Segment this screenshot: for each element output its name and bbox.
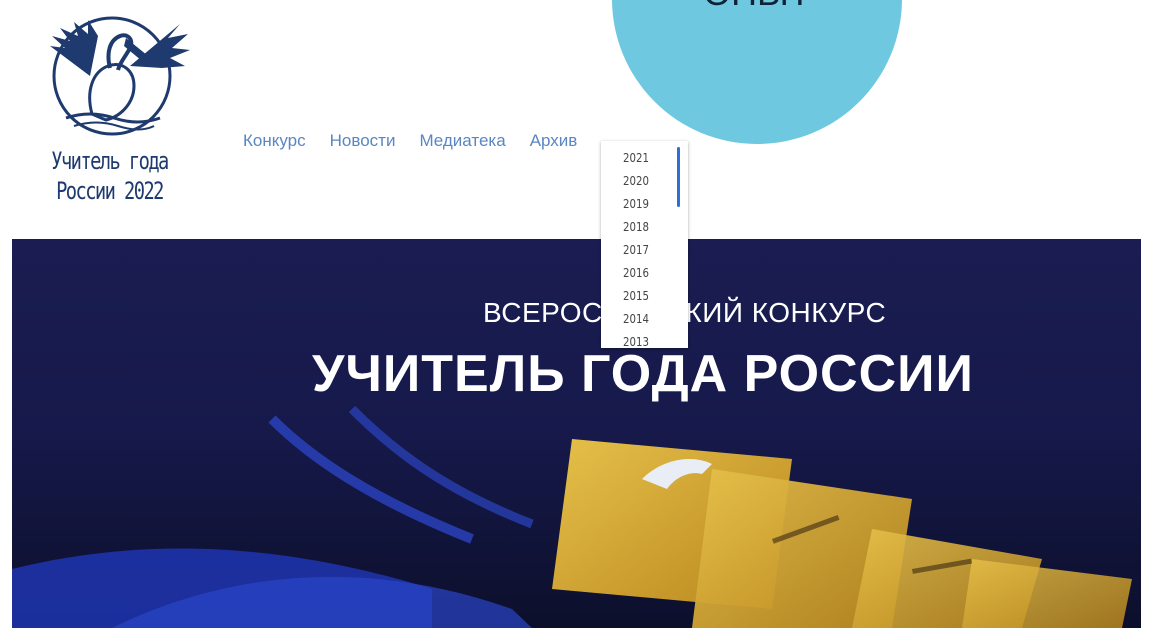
archive-year-item[interactable]: 2019 xyxy=(623,193,649,216)
main-nav: Конкурс Новости Медиатека Архив xyxy=(243,131,601,151)
nav-item-novosti[interactable]: Новости xyxy=(330,131,396,151)
archive-year-item[interactable]: 2013 xyxy=(623,331,649,348)
archive-year-list: 2021 2020 2019 2018 2017 2016 2015 2014 … xyxy=(623,147,654,348)
archive-year-item[interactable]: 2015 xyxy=(623,285,649,308)
nav-item-konkurs[interactable]: Конкурс xyxy=(243,131,306,151)
archive-year-item[interactable]: 2017 xyxy=(623,239,649,262)
logo-title: Учитель года России 2022 xyxy=(41,146,178,206)
pelican-emblem-icon xyxy=(50,16,190,136)
hero-banner: ВСЕРОССИЙСКИЙ КОНКУРС УЧИТЕЛЬ ГОДА РОССИ… xyxy=(12,239,1141,628)
nav-item-arkhiv[interactable]: Архив xyxy=(530,131,578,151)
dropdown-scrollbar[interactable] xyxy=(677,147,680,207)
overlay-circle: ОПЫТ xyxy=(612,0,902,144)
archive-year-item[interactable]: 2021 xyxy=(623,147,649,170)
hero-title: УЧИТЕЛЬ ГОДА РОССИИ xyxy=(312,345,974,403)
logo-line-1: Учитель года xyxy=(51,147,169,175)
overlay-circle-text: ОПЫТ xyxy=(612,0,902,14)
archive-year-item[interactable]: 2020 xyxy=(623,170,649,193)
logo-line-2: России 2022 xyxy=(56,177,164,205)
archive-year-item[interactable]: 2016 xyxy=(623,262,649,285)
archive-year-item[interactable]: 2018 xyxy=(623,216,649,239)
nav-item-mediateka[interactable]: Медиатека xyxy=(419,131,505,151)
archive-dropdown[interactable]: 2021 2020 2019 2018 2017 2016 2015 2014 … xyxy=(601,141,688,348)
archive-year-item[interactable]: 2014 xyxy=(623,308,649,331)
site-logo[interactable]: Учитель года России 2022 xyxy=(22,6,202,226)
